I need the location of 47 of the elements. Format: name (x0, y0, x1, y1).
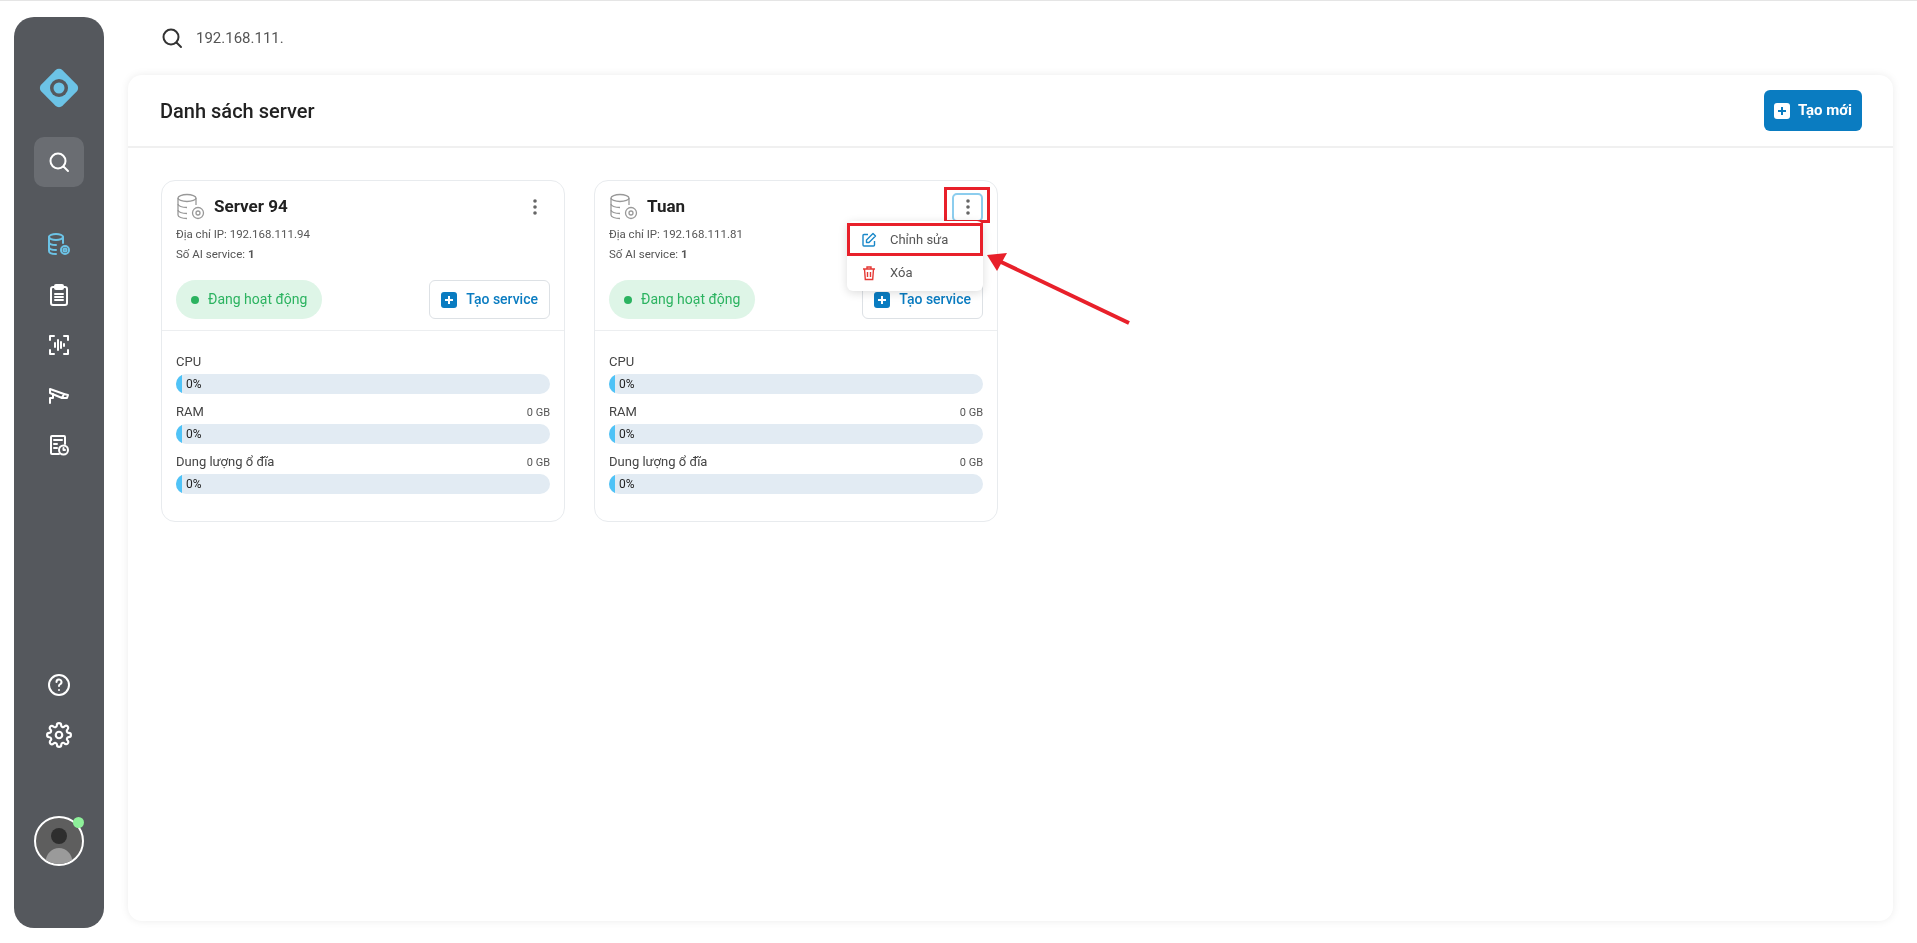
metric-label: RAM (609, 402, 637, 421)
settings-icon (46, 722, 72, 748)
clipboard-list-icon (47, 283, 71, 307)
vertical-dots-icon (965, 199, 970, 215)
status-text: Đang hoạt động (641, 290, 741, 309)
progress-reading: 0% (618, 376, 635, 393)
metric-amount: 0 GB (526, 404, 550, 421)
ip-address: Địa chỉ IP: 192.168.111.94 (176, 226, 310, 243)
status-text: Đang hoạt động (208, 290, 308, 309)
database-gear-icon (46, 232, 72, 258)
report-clock-icon (47, 433, 71, 457)
database-gear-icon (609, 193, 639, 221)
search-field[interactable]: 192.168.111. (196, 26, 496, 50)
ip-address: Địa chỉ IP: 192.168.111.81 (609, 226, 743, 243)
ai-service-count: Số AI service: 1 (176, 246, 255, 263)
metric-label: CPU (609, 352, 635, 371)
metric-amount: 0 GB (526, 454, 550, 471)
metric-label: Dung lượng ổ đĩa (609, 452, 708, 471)
metric-amount: 0 GB (959, 404, 983, 421)
search-icon (160, 26, 184, 50)
menu-item[interactable]: Chỉnh sửa (847, 223, 983, 256)
panel-title: Danh sách server (160, 97, 315, 125)
edit-icon (861, 231, 877, 248)
plus-icon (1773, 102, 1790, 119)
create-button[interactable]: Tạo mới (1763, 90, 1862, 131)
user-avatar[interactable] (34, 816, 84, 866)
help-icon (47, 673, 71, 697)
progress-reading: 0% (618, 426, 635, 443)
sidebar-item[interactable] (34, 137, 84, 187)
search-icon (47, 150, 71, 174)
scan-waveform-icon (47, 333, 71, 357)
progress-reading: 0% (185, 476, 202, 493)
plus-icon (441, 291, 458, 308)
server-name: Server 94 (214, 195, 288, 219)
progress-reading: 0% (185, 426, 202, 443)
metric-label: RAM (176, 402, 204, 421)
metric-amount: 0 GB (959, 454, 983, 471)
progress-reading: 0% (185, 376, 202, 393)
database-gear-icon (176, 193, 206, 221)
progress-reading: 0% (618, 476, 635, 493)
metric-label: CPU (176, 352, 202, 371)
create-service-button[interactable]: Tạo service (429, 280, 550, 319)
ai-service-count: Số AI service: 1 (609, 246, 688, 263)
trash-icon (861, 264, 877, 281)
metric-label: Dung lượng ổ đĩa (176, 452, 275, 471)
server-name: Tuan (647, 195, 686, 219)
vertical-dots-icon (532, 199, 537, 215)
